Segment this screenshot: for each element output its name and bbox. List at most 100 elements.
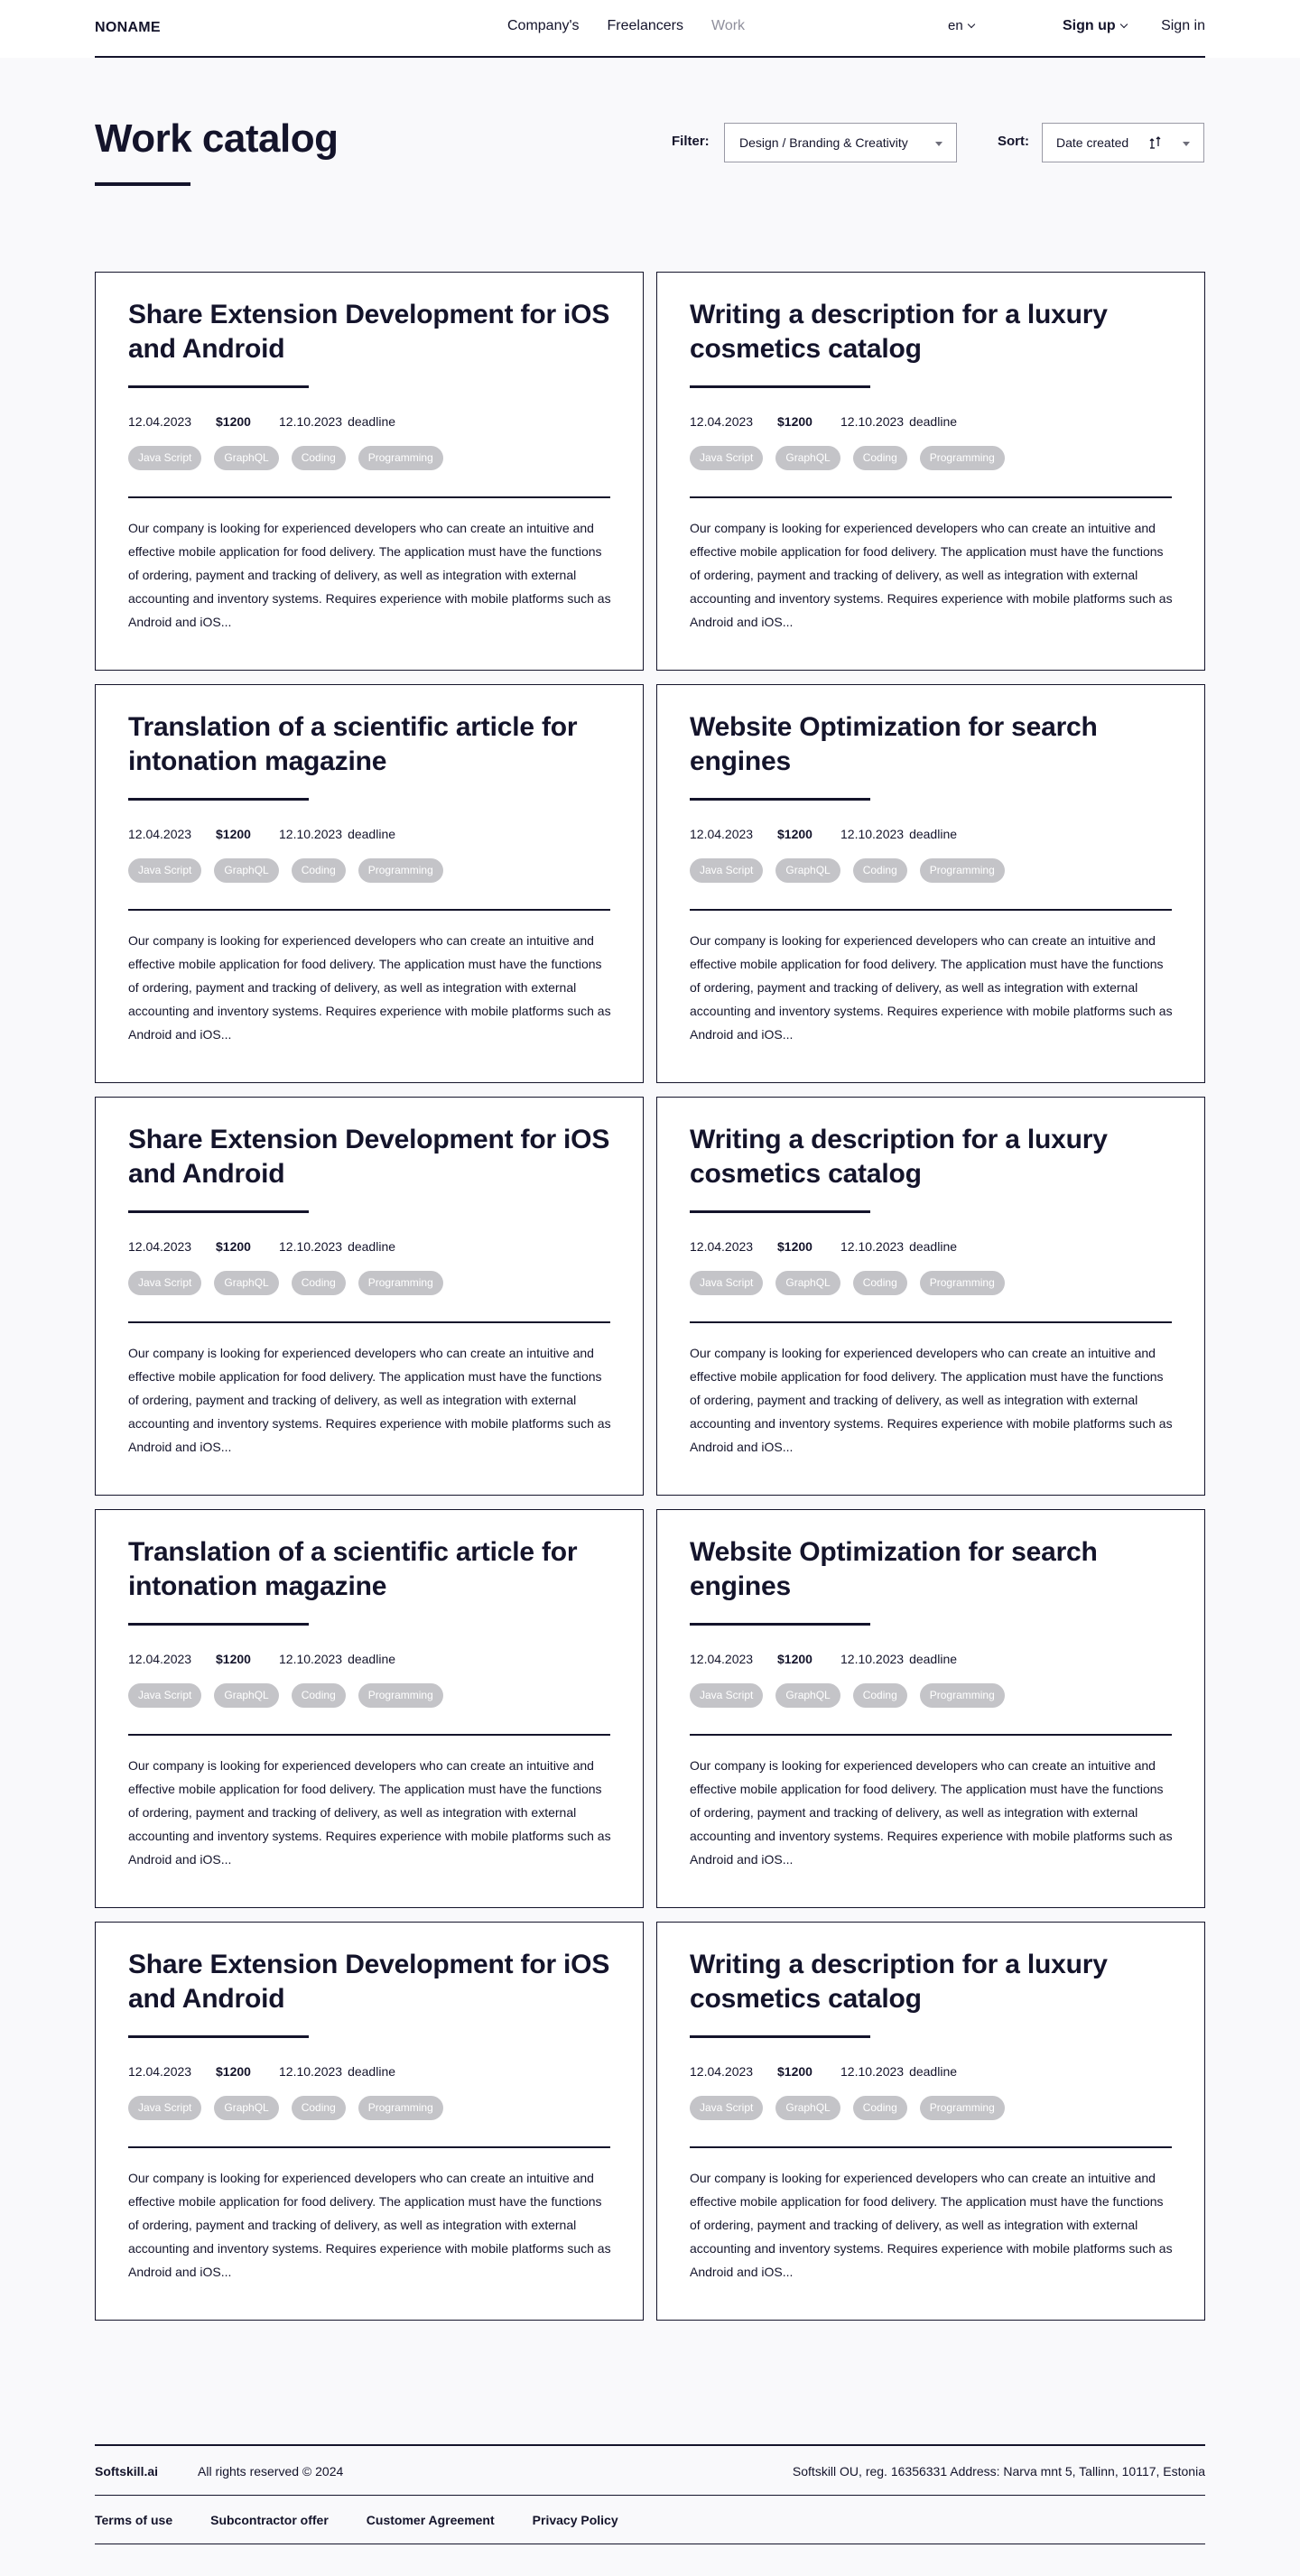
skill-tag[interactable]: Programming [358, 2096, 443, 2120]
skill-tag[interactable]: Programming [358, 858, 443, 883]
job-card[interactable]: Website Optimization for search engines … [656, 1509, 1205, 1908]
filter-label: Filter: [672, 134, 710, 149]
card-price: $1200 [216, 414, 251, 429]
card-description: Our company is looking for experienced d… [128, 1757, 611, 1867]
card-title[interactable]: Share Extension Development for iOS and … [128, 1123, 610, 1191]
job-card[interactable]: Share Extension Development for iOS and … [95, 1097, 644, 1496]
card-deadline-label: deadline [348, 1652, 396, 1666]
card-title[interactable]: Writing a description for a luxury cosme… [690, 298, 1172, 366]
footer-link-privacy[interactable]: Privacy Policy [533, 2513, 618, 2527]
skill-tag[interactable]: Programming [919, 446, 1005, 470]
skill-tag[interactable]: GraphQL [775, 446, 840, 470]
skill-tag[interactable]: Java Script [690, 1683, 764, 1708]
card-title-rule [128, 1210, 309, 1213]
skill-tag[interactable]: Programming [919, 858, 1005, 883]
skill-tag[interactable]: Java Script [690, 1271, 764, 1295]
job-card[interactable]: Website Optimization for search engines … [656, 684, 1205, 1083]
job-card[interactable]: Writing a description for a luxury cosme… [656, 1922, 1205, 2321]
job-card[interactable]: Share Extension Development for iOS and … [95, 1922, 644, 2321]
card-tags: Java Script GraphQL Coding Programming [690, 446, 1172, 470]
card-date: 12.04.2023 [690, 414, 754, 429]
skill-tag[interactable]: Coding [291, 1271, 346, 1295]
skill-tag[interactable]: Programming [358, 1271, 443, 1295]
card-title[interactable]: Translation of a scientific article for … [128, 1535, 610, 1604]
skill-tag[interactable]: Coding [852, 1683, 907, 1708]
skill-tag[interactable]: Coding [852, 2096, 907, 2120]
skill-tag[interactable]: Programming [919, 1271, 1005, 1295]
skill-tag[interactable]: GraphQL [214, 2096, 279, 2120]
card-divider [690, 909, 1172, 911]
skill-tag[interactable]: GraphQL [775, 858, 840, 883]
card-title[interactable]: Writing a description for a luxury cosme… [690, 1123, 1172, 1191]
skill-tag[interactable]: Coding [852, 858, 907, 883]
card-price: $1200 [777, 1239, 812, 1254]
card-title[interactable]: Writing a description for a luxury cosme… [690, 1948, 1172, 2016]
card-divider [128, 909, 610, 911]
card-price: $1200 [777, 827, 812, 841]
job-card[interactable]: Writing a description for a luxury cosme… [656, 272, 1205, 671]
skill-tag[interactable]: Coding [291, 446, 346, 470]
skill-tag[interactable]: GraphQL [775, 1683, 840, 1708]
footer-link-customer-agreement[interactable]: Customer Agreement [367, 2513, 495, 2527]
footer-link-subcontractor[interactable]: Subcontractor offer [210, 2513, 329, 2527]
skill-tag[interactable]: GraphQL [214, 858, 279, 883]
skill-tag[interactable]: GraphQL [214, 1683, 279, 1708]
skill-tag[interactable]: Programming [358, 446, 443, 470]
skill-tag[interactable]: GraphQL [775, 1271, 840, 1295]
language-label: en [948, 18, 963, 33]
filter-dropdown[interactable]: Design / Branding & Creativity [724, 123, 957, 162]
skill-tag[interactable]: Coding [291, 2096, 346, 2120]
card-title-rule [690, 1210, 870, 1213]
footer-brand[interactable]: Softskill.ai [95, 2464, 158, 2479]
job-card[interactable]: Writing a description for a luxury cosme… [656, 1097, 1205, 1496]
skill-tag[interactable]: Java Script [128, 446, 202, 470]
signup-button[interactable]: Sign up [1063, 18, 1128, 34]
job-card[interactable]: Translation of a scientific article for … [95, 1509, 644, 1908]
skill-tag[interactable]: Java Script [128, 1683, 202, 1708]
skill-tag[interactable]: Java Script [690, 446, 764, 470]
card-meta: 12.04.2023 $1200 12.10.2023 deadline [690, 2064, 1172, 2079]
skill-tag[interactable]: Coding [852, 446, 907, 470]
skill-tag[interactable]: Java Script [690, 858, 764, 883]
skill-tag[interactable]: GraphQL [775, 2096, 840, 2120]
job-card[interactable]: Share Extension Development for iOS and … [95, 272, 644, 671]
card-meta: 12.04.2023 $1200 12.10.2023 deadline [690, 1239, 1172, 1254]
skill-tag[interactable]: Java Script [128, 858, 202, 883]
card-tags: Java Script GraphQL Coding Programming [690, 1683, 1172, 1708]
card-meta: 12.04.2023 $1200 12.10.2023 deadline [128, 827, 610, 841]
skill-tag[interactable]: GraphQL [214, 1271, 279, 1295]
skill-tag[interactable]: Coding [291, 858, 346, 883]
card-description: Our company is looking for experienced d… [128, 932, 611, 1042]
job-card[interactable]: Translation of a scientific article for … [95, 684, 644, 1083]
skill-tag[interactable]: Programming [358, 1683, 443, 1708]
card-title[interactable]: Website Optimization for search engines [690, 1535, 1172, 1604]
nav-freelancers[interactable]: Freelancers [608, 18, 683, 34]
footer-link-terms[interactable]: Terms of use [95, 2513, 172, 2527]
skill-tag[interactable]: Java Script [128, 1271, 202, 1295]
sort-dropdown[interactable]: Date created [1042, 123, 1204, 162]
card-title[interactable]: Website Optimization for search engines [690, 710, 1172, 779]
card-title[interactable]: Translation of a scientific article for … [128, 710, 610, 779]
card-price: $1200 [216, 1239, 251, 1254]
skill-tag[interactable]: Programming [919, 1683, 1005, 1708]
footer: Softskill.ai All rights reserved © 2024 … [95, 2444, 1205, 2544]
nav-companys[interactable]: Company's [507, 18, 580, 34]
skill-tag[interactable]: GraphQL [214, 446, 279, 470]
card-title[interactable]: Share Extension Development for iOS and … [128, 1948, 610, 2016]
card-deadline-label: deadline [909, 1652, 958, 1666]
card-tags: Java Script GraphQL Coding Programming [690, 1271, 1172, 1295]
sort-order-icon[interactable] [1147, 134, 1164, 151]
skill-tag[interactable]: Coding [291, 1683, 346, 1708]
card-meta: 12.04.2023 $1200 12.10.2023 deadline [128, 2064, 610, 2079]
language-selector[interactable]: en [948, 18, 975, 33]
card-tags: Java Script GraphQL Coding Programming [128, 858, 610, 883]
signin-link[interactable]: Sign in [1161, 18, 1205, 34]
skill-tag[interactable]: Coding [852, 1271, 907, 1295]
card-title[interactable]: Share Extension Development for iOS and … [128, 298, 610, 366]
card-tags: Java Script GraphQL Coding Programming [690, 2096, 1172, 2120]
nav-work[interactable]: Work [711, 18, 745, 34]
logo[interactable]: NONAME [95, 20, 161, 36]
skill-tag[interactable]: Programming [919, 2096, 1005, 2120]
skill-tag[interactable]: Java Script [690, 2096, 764, 2120]
skill-tag[interactable]: Java Script [128, 2096, 202, 2120]
